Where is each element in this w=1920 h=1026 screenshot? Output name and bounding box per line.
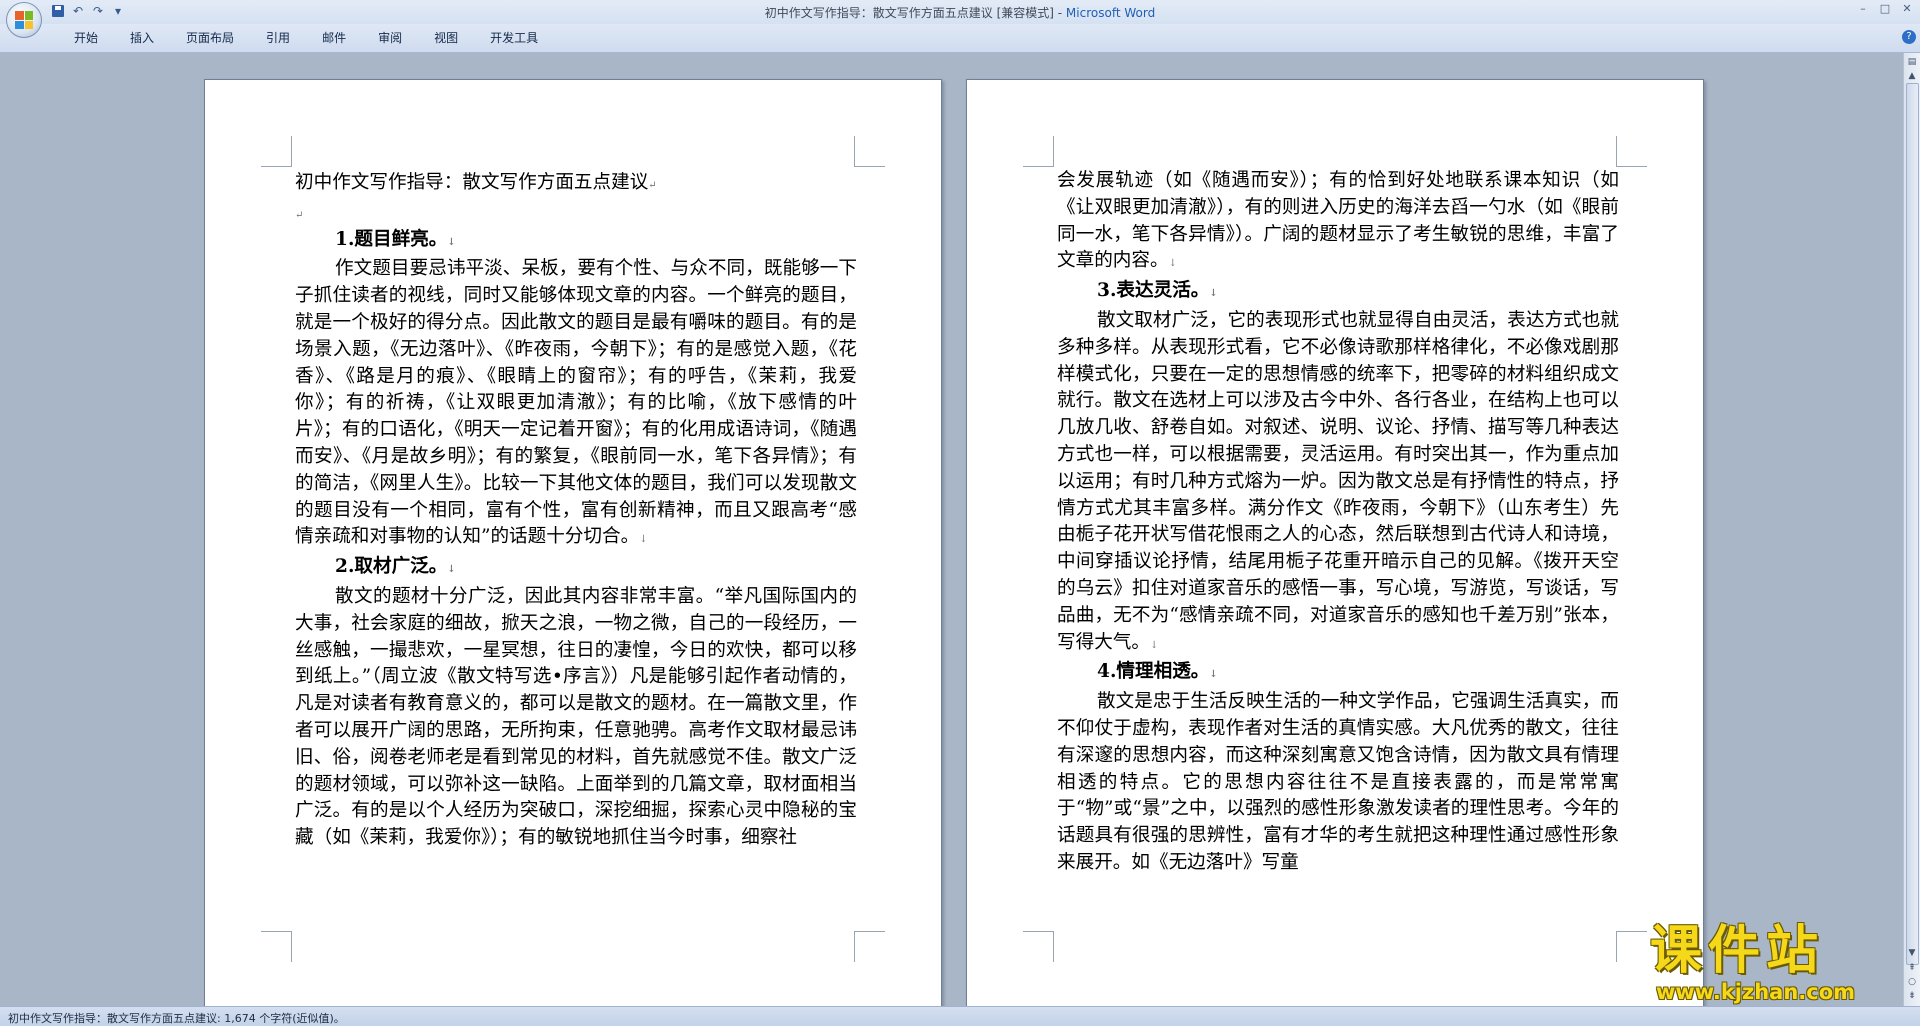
document-area: 初中作文写作指导：散文写作方面五点建议↵ ↵ 1.题目鲜亮。↓ 作文题目要忌讳平… [0, 53, 1904, 1006]
document-title-text: 初中作文写作指导：散文写作方面五点建议 [295, 172, 649, 193]
page-body: 会发展轨迹（如《随遇而安》）；有的恰到好处地联系课本知识（如《让双眼更加清澈》）… [1057, 168, 1619, 877]
scrollbar-thumb[interactable] [1906, 83, 1919, 965]
margin-marker [1616, 136, 1647, 167]
section-heading-text: 4.情理相透。 [1097, 661, 1210, 683]
title-bar: ↶ ↷ ▾ 初中作文写作指导：散文写作方面五点建议 [兼容模式] - Micro… [0, 0, 1920, 38]
ribbon-tabs: 开始 插入 页面布局 引用 邮件 审阅 视图 开发工具 [58, 30, 554, 46]
paragraph: 散文取材广泛，它的表现形式也就显得自由灵活，表达方式也就多种多样。从表现形式看，… [1057, 309, 1619, 653]
tab-mailings[interactable]: 邮件 [306, 30, 362, 46]
previous-page-icon[interactable]: ⇞ [1905, 961, 1919, 975]
document-page-2[interactable]: 会发展轨迹（如《随遇而安》）；有的恰到好处地联系课本知识（如《让双眼更加清澈》）… [966, 79, 1704, 1006]
window-title-app: Microsoft Word [1065, 6, 1156, 20]
tab-view[interactable]: 视图 [418, 30, 474, 46]
window-title-doc: 初中作文写作指导：散文写作方面五点建议 [兼容模式] - [764, 6, 1066, 20]
vertical-scrollbar[interactable]: ▤ ▲ ▼ ⇞ ○ ⇟ [1903, 53, 1920, 1006]
help-icon[interactable]: ? [1902, 30, 1916, 44]
scroll-up-icon[interactable]: ▲ [1905, 69, 1919, 83]
section-heading-text: 1.题目鲜亮。 [335, 228, 448, 250]
close-button[interactable]: ✕ [1900, 2, 1914, 16]
document-page-1[interactable]: 初中作文写作指导：散文写作方面五点建议↵ ↵ 1.题目鲜亮。↓ 作文题目要忌讳平… [204, 79, 942, 1006]
office-button[interactable] [6, 2, 42, 38]
status-text: 初中作文写作指导：散文写作方面五点建议: 1,674 个字符(近似值)。 [8, 1012, 345, 1025]
tab-page-layout[interactable]: 页面布局 [170, 30, 250, 46]
margin-marker [261, 136, 292, 167]
status-bar: 初中作文写作指导：散文写作方面五点建议: 1,674 个字符(近似值)。 [0, 1006, 1920, 1026]
margin-marker [1616, 931, 1647, 962]
window-title: 初中作文写作指导：散文写作方面五点建议 [兼容模式] - Microsoft W… [0, 4, 1920, 21]
maximize-icon: □ [1879, 2, 1891, 15]
site-watermark: 课件站 www.kjzhan.com [1650, 922, 1880, 1006]
ruler-toggle-icon[interactable]: ▤ [1905, 55, 1919, 69]
paragraph-text: 散文是忠于生活反映生活的一种文学作品，它强调生活真实，而不仰仗于虚构，表现作者对… [1057, 691, 1619, 873]
section-heading-1: 1.题目鲜亮。↓ [335, 228, 456, 250]
tab-developer[interactable]: 开发工具 [474, 30, 554, 46]
paragraph-text: 作文题目要忌讳平淡、呆板，要有个性、与众不同，既能够一下子抓住读者的视线，同时又… [295, 258, 857, 548]
margin-marker [1023, 931, 1054, 962]
margin-marker [854, 136, 885, 167]
tab-insert[interactable]: 插入 [114, 30, 170, 46]
paragraph-continued: 会发展轨迹（如《随遇而安》）；有的恰到好处地联系课本知识（如《让双眼更加清澈》）… [1057, 170, 1619, 272]
watermark-main: 课件站 [1650, 921, 1825, 981]
margin-marker [261, 931, 292, 962]
maximize-button[interactable]: □ [1878, 2, 1892, 16]
section-heading-2: 2.取材广泛。↓ [335, 556, 456, 578]
tab-home[interactable]: 开始 [58, 30, 114, 46]
paragraph-text: 散文的题材十分广泛，因此其内容非常丰富。“举凡国际国内的大事，社会家庭的细故，掀… [295, 585, 857, 849]
page-body: 初中作文写作指导：散文写作方面五点建议↵ ↵ 1.题目鲜亮。↓ 作文题目要忌讳平… [295, 170, 857, 852]
select-browse-object-icon[interactable]: ○ [1905, 975, 1919, 989]
minimize-button[interactable]: – [1856, 2, 1870, 16]
office-logo-icon [15, 11, 33, 29]
paragraph-text: 会发展轨迹（如《随遇而安》）；有的恰到好处地联系课本知识（如《让双眼更加清澈》）… [1057, 170, 1619, 272]
window-controls: – □ ✕ [1856, 2, 1914, 16]
tab-review[interactable]: 审阅 [362, 30, 418, 46]
paragraph: 作文题目要忌讳平淡、呆板，要有个性、与众不同，既能够一下子抓住读者的视线，同时又… [295, 258, 857, 548]
margin-marker [854, 931, 885, 962]
paragraph: 散文是忠于生活反映生活的一种文学作品，它强调生活真实，而不仰仗于虚构，表现作者对… [1057, 689, 1619, 877]
next-page-icon[interactable]: ⇟ [1905, 989, 1919, 1003]
watermark-url: www.kjzhan.com [1656, 980, 1856, 1004]
paragraph-text: 散文取材广泛，它的表现形式也就显得自由灵活，表达方式也就多种多样。从表现形式看，… [1057, 309, 1619, 653]
minimize-icon: – [1860, 2, 1866, 15]
scroll-down-icon[interactable]: ▼ [1905, 946, 1919, 960]
paragraph: 散文的题材十分广泛，因此其内容非常丰富。“举凡国际国内的大事，社会家庭的细故，掀… [295, 584, 857, 852]
section-heading-text: 2.取材广泛。 [335, 556, 448, 578]
empty-paragraph: ↵ [295, 209, 304, 221]
margin-marker [1023, 136, 1054, 167]
ribbon-tab-bar: 开始 插入 页面布局 引用 邮件 审阅 视图 开发工具 ? [0, 24, 1920, 53]
document-title: 初中作文写作指导：散文写作方面五点建议↵ [295, 172, 657, 193]
section-heading-4: 4.情理相透。↓ [1097, 661, 1218, 683]
section-heading-3: 3.表达灵活。↓ [1097, 280, 1218, 302]
tab-references[interactable]: 引用 [250, 30, 306, 46]
section-heading-text: 3.表达灵活。 [1097, 280, 1210, 302]
close-icon: ✕ [1902, 2, 1912, 15]
